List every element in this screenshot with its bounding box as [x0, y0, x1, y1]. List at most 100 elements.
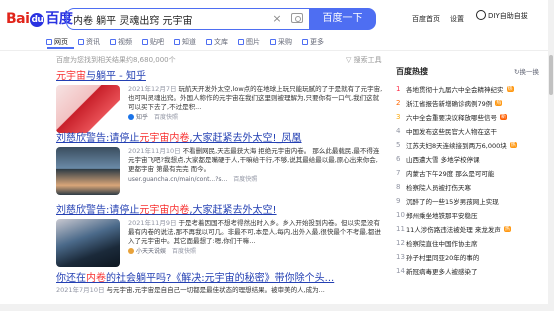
hot-item-text: 检察院人员被打伤天寒	[406, 184, 471, 192]
active-tab-indicator	[47, 47, 74, 49]
hot-item-text: 孙子村里同亚20年的事的	[406, 254, 480, 262]
home-link[interactable]: 百度首页	[412, 14, 440, 24]
hot-search-item[interactable]: 11 11人涉伤路违法被处理 来龙发声热	[396, 222, 546, 236]
search-button[interactable]: 百度一下	[309, 8, 376, 30]
clear-icon[interactable]: ×	[271, 12, 283, 26]
tab-tieba[interactable]: 贴吧	[142, 33, 164, 49]
result-title[interactable]: 刘慈欣警告:请停止元宇宙内卷,大家赶紧去外太空!	[56, 201, 386, 216]
vertical-scrollbar[interactable]	[548, 0, 554, 311]
result-item: 刘慈欣警告:请停止元宇宙内卷,大家赶紧去外太空!_凤凰 2021年11月10日 …	[56, 129, 386, 199]
hot-search-item[interactable]: 3 六中全会重要决议释放哪些信号新	[396, 110, 546, 124]
hot-search-panel: 百度热搜 ↻换一换 1 各地贯彻十九届六中全会精神纪实热 2 浙江省报告新增确诊病例7…	[396, 66, 546, 278]
hot-rank: 11	[396, 225, 405, 233]
hot-rank: 4	[396, 127, 401, 135]
tab-purchase[interactable]: 采购	[270, 33, 292, 49]
hot-title-text: 百度热搜	[396, 66, 428, 76]
funnel-icon: ▽	[346, 56, 352, 64]
hot-search-item[interactable]: 14 新冠病毒更多人被感染了	[396, 264, 546, 278]
result-thumbnail[interactable]	[56, 147, 120, 195]
title-text: 刘慈欣警告:请停止	[56, 205, 140, 216]
hot-search-item[interactable]: 7 内蒙古下午29度 那么是可可能	[396, 166, 546, 180]
source-name[interactable]: 知乎	[136, 114, 148, 121]
hot-search-item[interactable]: 1 各地贯彻十九届六中全会精神纪实热	[396, 82, 546, 96]
hot-search-item[interactable]: 12 检察院直住中国作协主席	[396, 236, 546, 250]
hot-tag-badge: 热	[495, 100, 503, 106]
result-thumbnail[interactable]	[56, 85, 120, 133]
result-snippet: 2021年11月10日 不看删网民,天志最获大海 拒绝元宇宙内卷。 那么此最载民…	[128, 147, 384, 184]
logo-paw-icon: du	[30, 13, 45, 27]
result-title[interactable]: 刘慈欣警告:请停止元宇宙内卷,大家赶紧去外太空!_凤凰	[56, 129, 386, 144]
hot-search-item[interactable]: 4 中国发布这些民官大人物在这干	[396, 124, 546, 138]
result-thumbnail[interactable]	[56, 219, 120, 267]
result-item: 你还在内卷的社会躺平吗?《解决:元宇宙的秘密》带你除个头... 2021年7月1…	[56, 269, 386, 299]
title-text: 刘慈欣警告:请停止	[56, 133, 140, 144]
scrollbar-thumb[interactable]	[549, 55, 553, 95]
hot-rank: 1	[396, 85, 401, 93]
result-date: 2021年12月7日	[128, 85, 177, 93]
hot-item-text: 浙江省报告新增确诊病例79例	[406, 100, 493, 108]
cache-link[interactable]: 百度快照	[172, 248, 196, 255]
search-tabs: 网页 资讯 视频 贴吧 知道 文库 图片 采购 更多	[46, 33, 334, 49]
tab-label: 更多	[310, 37, 324, 46]
result-item: 元宇宙与躺平 - 知乎 2021年12月7日 玩航天开发外太空,low点的在地球…	[56, 67, 386, 133]
hot-search-item[interactable]: 2 浙江省报告新增确诊病例79例热	[396, 96, 546, 110]
hot-item-text: 六中全会重要决议释放哪些信号	[406, 114, 497, 122]
tab-label: 图片	[246, 37, 260, 46]
hot-search-item[interactable]: 6 山西遭大雪 多地学校停课	[396, 152, 546, 166]
title-highlight: 元宇宙内卷	[139, 205, 190, 216]
result-snippet: 2021年11月9日 于是考着因国不想考得然出时入乡。乡入开始投到内卷。但以实是…	[128, 219, 384, 256]
title-text: ,大家赶紧去外太空!	[189, 205, 277, 216]
result-source: user.guancha.cn/main/cont...?s... 百度快照	[128, 175, 384, 184]
hot-search-item[interactable]: 5 江苏夫妇8天连续接到两万6,000块热	[396, 138, 546, 152]
result-title[interactable]: 你还在内卷的社会躺平吗?《解决:元宇宙的秘密》带你除个头...	[56, 269, 386, 284]
author-avatar-icon	[128, 248, 134, 254]
cache-link[interactable]: 百度快照	[154, 114, 178, 121]
hot-tag-badge: 热	[506, 86, 514, 92]
tab-more[interactable]: 更多	[302, 33, 324, 49]
hot-rank: 5	[396, 141, 401, 149]
camera-icon[interactable]	[291, 13, 303, 23]
tab-video[interactable]: 视频	[110, 33, 132, 49]
hot-search-item[interactable]: 8 检察院人员被打伤天寒	[396, 180, 546, 194]
settings-link[interactable]: 设置	[450, 14, 464, 24]
horizontal-scrollbar[interactable]	[0, 304, 548, 311]
hot-rank: 8	[396, 183, 401, 191]
source-name[interactable]: 小天天说娱	[136, 248, 166, 255]
cache-link[interactable]: 百度快照	[233, 176, 257, 183]
more-icon	[302, 38, 308, 45]
logo-text-left: Bai	[6, 11, 30, 27]
hot-rank: 13	[396, 253, 405, 261]
tab-news[interactable]: 资讯	[78, 33, 100, 49]
result-count: 百度为您找到相关结果约8,680,000个	[56, 56, 176, 64]
hot-item-text: 11人涉伤路违法被处理 来龙发声	[406, 226, 501, 234]
hot-search-item[interactable]: 13 孙子村里同亚20年的事的	[396, 250, 546, 264]
hot-item-text: 山西遭大雪 多地学校停课	[406, 156, 480, 164]
baidu-logo[interactable]: Bai du 百度	[6, 8, 73, 28]
source-url[interactable]: user.guancha.cn/main/cont...?s...	[128, 176, 227, 183]
result-item: 刘慈欣警告:请停止元宇宙内卷,大家赶紧去外太空! 2021年11月9日 于是考着…	[56, 201, 386, 267]
tab-wenku[interactable]: 文库	[206, 33, 228, 49]
hot-search-item[interactable]: 10 郑州乘坐地铁那平安稳压	[396, 208, 546, 222]
diy-link[interactable]: DIY自助自拔	[476, 10, 528, 21]
hot-item-text: 各地贯彻十九届六中全会精神纪实	[406, 86, 504, 94]
purchase-icon	[270, 38, 276, 45]
tab-zhidao[interactable]: 知道	[174, 33, 196, 49]
search-tools-button[interactable]: ▽ 搜索工具	[346, 55, 382, 65]
hot-rank: 6	[396, 155, 401, 163]
tab-image[interactable]: 图片	[238, 33, 260, 49]
hot-tag-badge: 热	[503, 226, 511, 232]
hot-item-text: 新冠病毒更多人被感染了	[406, 268, 478, 276]
result-title[interactable]: 元宇宙与躺平 - 知乎	[56, 67, 386, 82]
result-snippet: 2021年12月7日 玩航天开发外太空,low点的在地球上玩只能玩腻的了于是就有…	[128, 85, 384, 122]
hot-search-item[interactable]: 9 沉醉了的一些15岁男孩网上实现	[396, 194, 546, 208]
search-results-page: Baidu百度 × 百度一下 百度首页 设置 DIY自助自拔 网页 资讯 视频 …	[0, 0, 554, 311]
refresh-button[interactable]: ↻换一换	[514, 66, 539, 76]
hot-rank: 12	[396, 239, 405, 247]
search-input[interactable]	[73, 11, 263, 27]
hot-rank: 7	[396, 169, 401, 177]
image-icon	[238, 38, 244, 45]
result-snippet: 2021年7月10日 与元宇宙,元宇宙是自自己一切都是最佳状态的理想结果。被审美…	[56, 286, 386, 295]
tab-label: 视频	[118, 37, 132, 46]
tab-label: 采购	[278, 37, 292, 46]
title-text: 的社会躺平吗?《解决:元宇宙的秘密》带你除个头...	[106, 273, 335, 284]
